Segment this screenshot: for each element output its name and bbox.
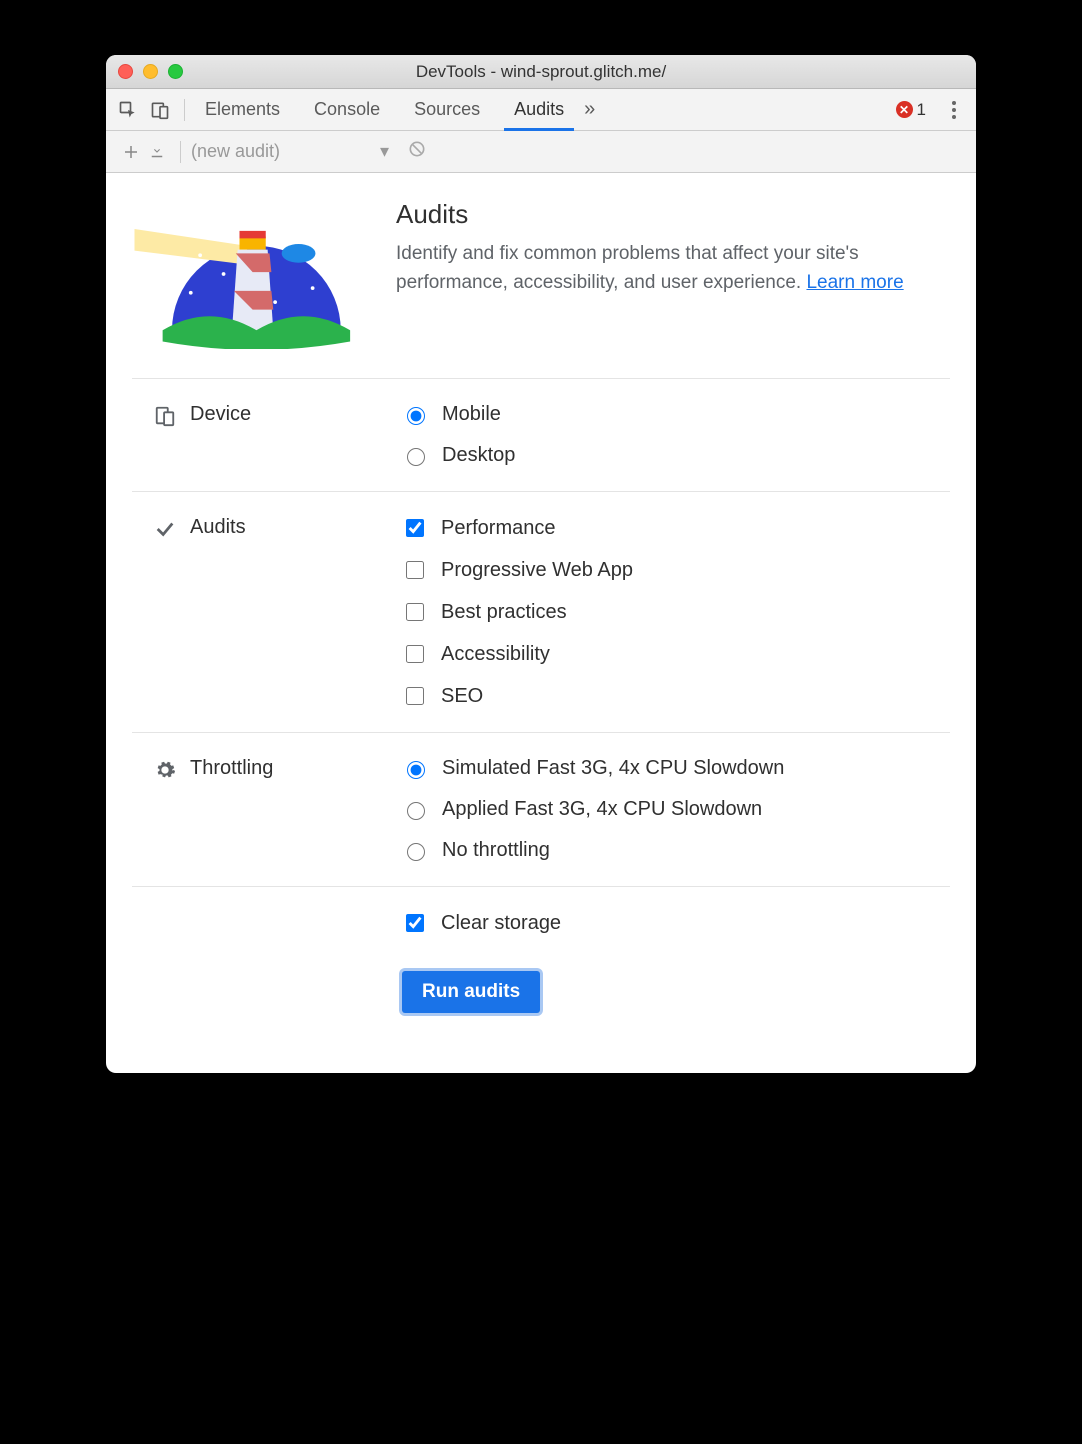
section-audits-label: Audits bbox=[132, 516, 402, 708]
separator bbox=[180, 141, 181, 163]
lighthouse-illustration bbox=[132, 199, 362, 354]
tab-elements[interactable]: Elements bbox=[201, 91, 284, 129]
gear-icon bbox=[154, 759, 176, 781]
device-option-mobile[interactable]: Mobile bbox=[402, 403, 950, 426]
device-option-desktop[interactable]: Desktop bbox=[402, 444, 950, 467]
throttling-simulated-radio[interactable] bbox=[407, 761, 425, 779]
device-options: Mobile Desktop bbox=[402, 403, 950, 467]
intro-section: Audits Identify and fix common problems … bbox=[132, 199, 950, 379]
audit-performance-checkbox[interactable] bbox=[406, 519, 424, 537]
section-throttling-label: Throttling bbox=[132, 757, 402, 862]
intro-heading: Audits bbox=[396, 199, 950, 230]
devtools-tabbar: Elements Console Sources Audits » ✕ 1 bbox=[106, 89, 976, 131]
tab-audits[interactable]: Audits bbox=[510, 91, 568, 129]
clear-storage-checkbox[interactable] bbox=[406, 914, 424, 932]
device-radio-mobile[interactable] bbox=[407, 407, 425, 425]
throttling-applied[interactable]: Applied Fast 3G, 4x CPU Slowdown bbox=[402, 798, 950, 821]
audit-categories: Performance Progressive Web App Best pra… bbox=[402, 516, 950, 708]
clear-storage-option[interactable]: Clear storage bbox=[402, 911, 950, 935]
devtools-window: DevTools - wind-sprout.glitch.me/ Elemen… bbox=[106, 55, 976, 1073]
audit-performance[interactable]: Performance bbox=[402, 516, 950, 540]
window-title: DevTools - wind-sprout.glitch.me/ bbox=[106, 62, 976, 82]
throttling-none-radio[interactable] bbox=[407, 843, 425, 861]
close-window-button[interactable] bbox=[118, 64, 133, 79]
throttling-applied-radio[interactable] bbox=[407, 802, 425, 820]
device-toolbar-icon[interactable] bbox=[146, 96, 174, 124]
device-radio-desktop[interactable] bbox=[407, 448, 425, 466]
audit-pwa[interactable]: Progressive Web App bbox=[402, 558, 950, 582]
intro-body: Identify and fix common problems that af… bbox=[396, 240, 950, 297]
run-audits-button[interactable]: Run audits bbox=[402, 971, 540, 1013]
error-count[interactable]: 1 bbox=[917, 100, 926, 120]
throttling-options: Simulated Fast 3G, 4x CPU Slowdown Appli… bbox=[402, 757, 950, 862]
check-icon bbox=[154, 518, 176, 540]
audit-pwa-checkbox[interactable] bbox=[406, 561, 424, 579]
audit-best-practices[interactable]: Best practices bbox=[402, 600, 950, 624]
audit-accessibility-checkbox[interactable] bbox=[406, 645, 424, 663]
section-throttling: Throttling Simulated Fast 3G, 4x CPU Slo… bbox=[132, 733, 950, 887]
more-tabs-icon[interactable]: » bbox=[584, 98, 595, 121]
new-audit-icon[interactable] bbox=[118, 143, 144, 161]
tab-sources[interactable]: Sources bbox=[410, 91, 484, 129]
throttling-simulated[interactable]: Simulated Fast 3G, 4x CPU Slowdown bbox=[402, 757, 950, 780]
section-device: Device Mobile Desktop bbox=[132, 379, 950, 492]
inspect-element-icon[interactable] bbox=[114, 96, 142, 124]
panel-tabs: Elements Console Sources Audits bbox=[201, 91, 568, 129]
error-icon[interactable]: ✕ bbox=[896, 101, 913, 118]
audits-subtoolbar: (new audit) ▾ bbox=[106, 131, 976, 173]
chevron-down-icon: ▾ bbox=[380, 141, 389, 162]
audits-panel: Audits Identify and fix common problems … bbox=[106, 173, 976, 1073]
zoom-window-button[interactable] bbox=[168, 64, 183, 79]
separator bbox=[184, 99, 185, 121]
learn-more-link[interactable]: Learn more bbox=[806, 272, 903, 293]
audit-selector-label: (new audit) bbox=[191, 141, 280, 162]
traffic-lights bbox=[118, 64, 183, 79]
intro-text: Audits Identify and fix common problems … bbox=[396, 199, 950, 354]
audit-accessibility[interactable]: Accessibility bbox=[402, 642, 950, 666]
audit-selector[interactable]: (new audit) ▾ bbox=[191, 141, 389, 162]
mac-titlebar: DevTools - wind-sprout.glitch.me/ bbox=[106, 55, 976, 89]
device-icon bbox=[154, 405, 176, 427]
section-run: Clear storage Run audits bbox=[132, 887, 950, 1037]
audit-seo[interactable]: SEO bbox=[402, 684, 950, 708]
settings-menu-icon[interactable] bbox=[940, 96, 968, 124]
section-device-label: Device bbox=[132, 403, 402, 467]
download-icon[interactable] bbox=[144, 143, 170, 161]
throttling-none[interactable]: No throttling bbox=[402, 839, 950, 862]
minimize-window-button[interactable] bbox=[143, 64, 158, 79]
audit-best-practices-checkbox[interactable] bbox=[406, 603, 424, 621]
audit-seo-checkbox[interactable] bbox=[406, 687, 424, 705]
clear-icon[interactable] bbox=[407, 139, 427, 164]
section-audits: Audits Performance Progressive Web App B… bbox=[132, 492, 950, 733]
tab-console[interactable]: Console bbox=[310, 91, 384, 129]
